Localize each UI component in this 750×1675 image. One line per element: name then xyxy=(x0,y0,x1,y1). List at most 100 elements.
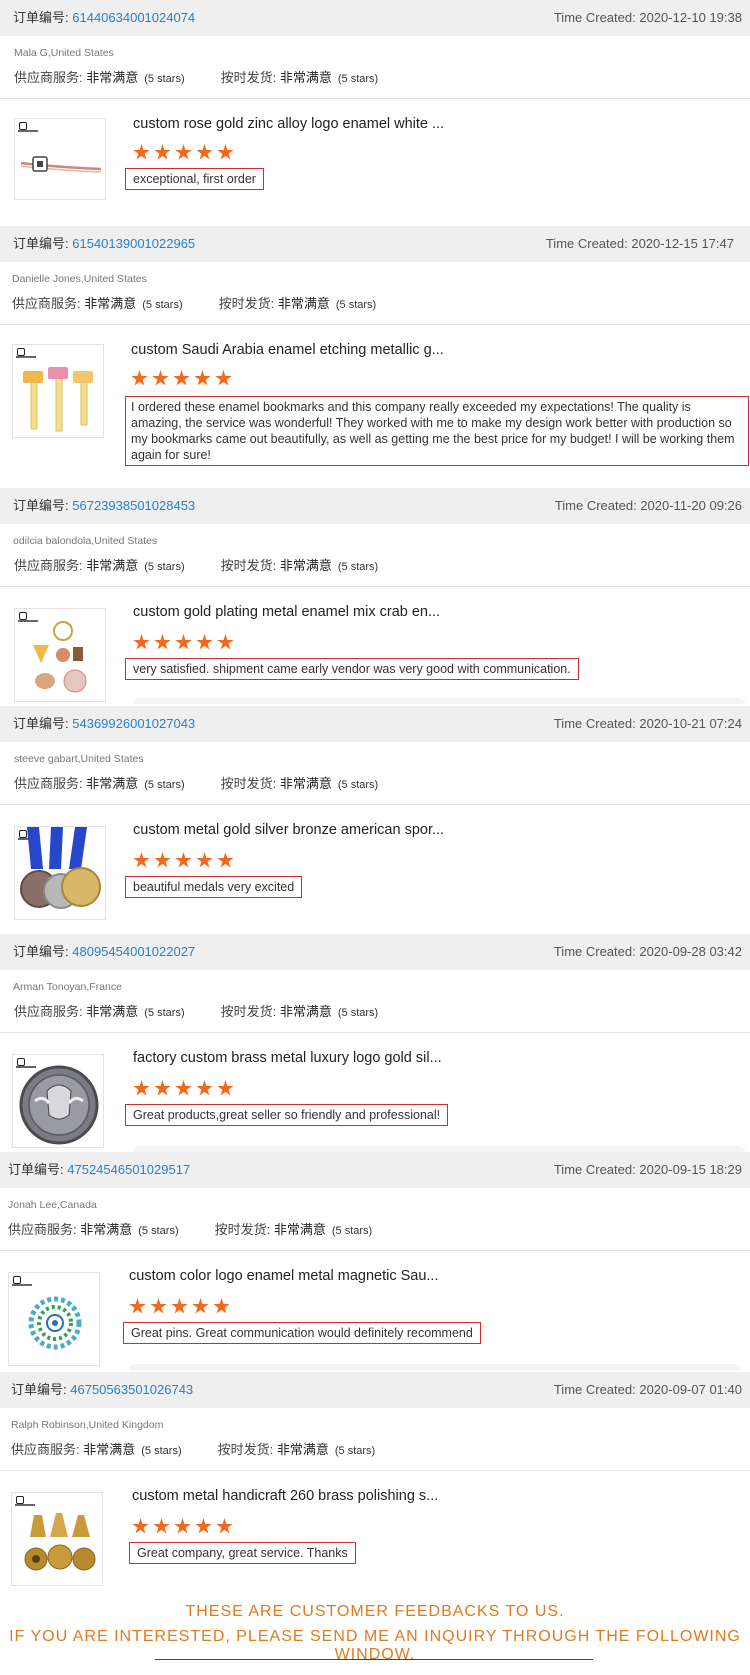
review-text: Great products,great seller so friendly … xyxy=(125,1104,449,1126)
order-id-link[interactable]: 46750563501026743 xyxy=(70,1382,193,1397)
star-icon xyxy=(192,1298,209,1314)
order-card: 订单编号: 61540139001022965 Time Created: 20… xyxy=(0,226,750,488)
product-thumbnail[interactable] xyxy=(14,118,106,200)
on-time-delivery-value: 非常满意 xyxy=(276,1442,329,1457)
product-title-link[interactable]: factory custom brass metal luxury logo g… xyxy=(133,1050,442,1066)
star-icon xyxy=(154,852,171,868)
star-icon xyxy=(196,852,213,868)
supplier-service-stars: (5 stars) xyxy=(144,73,185,85)
star-icon xyxy=(133,144,150,160)
star-icon xyxy=(194,370,211,386)
star-icon xyxy=(175,634,192,650)
ratings-row: 供应商服务: 非常满意 (5 stars) 按时发货: 非常满意 (5 stars) xyxy=(14,555,378,574)
product-title-link[interactable]: custom gold plating metal enamel mix cra… xyxy=(133,604,440,620)
buyer-name: Ralph Robinson,United Kingdom xyxy=(11,1419,164,1431)
star-icon xyxy=(175,144,192,160)
order-header: 订单编号: 48095454001022027 Time Created: 20… xyxy=(0,934,750,970)
time-created-label: Time Created: xyxy=(545,236,632,251)
order-number-label: 订单编号: xyxy=(13,944,69,959)
time-created-value: 2020-12-15 17:47 xyxy=(631,236,734,251)
order-number-label: 订单编号: xyxy=(13,716,69,731)
star-icon xyxy=(196,144,213,160)
feedback-page: 订单编号: 61440634001024074 Time Created: 20… xyxy=(0,0,750,1675)
product-thumbnail[interactable] xyxy=(14,608,106,702)
star-icon xyxy=(196,634,213,650)
order-id-link[interactable]: 61540139001022965 xyxy=(72,236,195,251)
order-number: 订单编号: 61440634001024074 xyxy=(13,0,195,36)
order-number: 订单编号: 56723938501028453 xyxy=(13,488,195,524)
supplier-service-value: 非常满意 xyxy=(83,1442,136,1457)
supplier-service-value: 非常满意 xyxy=(86,70,139,85)
product-title-link[interactable]: custom color logo enamel metal magnetic … xyxy=(129,1268,438,1284)
order-number: 订单编号: 54369926001027043 xyxy=(13,706,195,742)
product-title-link[interactable]: custom Saudi Arabia enamel etching metal… xyxy=(131,342,444,358)
supplier-service-stars: (5 stars) xyxy=(141,1445,182,1457)
on-time-delivery-stars: (5 stars) xyxy=(337,73,379,85)
product-thumbnail[interactable] xyxy=(12,344,104,438)
supplier-service-stars: (5 stars) xyxy=(138,1225,179,1237)
on-time-delivery-stars: (5 stars) xyxy=(337,561,379,573)
on-time-delivery-stars: (5 stars) xyxy=(337,779,379,791)
star-icon xyxy=(133,852,150,868)
order-header: 订单编号: 61440634001024074 Time Created: 20… xyxy=(0,0,750,36)
star-rating xyxy=(133,144,238,162)
order-id-link[interactable]: 47524546501029517 xyxy=(67,1162,190,1177)
order-number-label: 订单编号: xyxy=(13,10,69,25)
product-title-link[interactable]: custom rose gold zinc alloy logo enamel … xyxy=(133,116,444,132)
supplier-service-value: 非常满意 xyxy=(86,1004,139,1019)
time-created-value: 2020-11-20 09:26 xyxy=(640,498,742,513)
time-created: Time Created: 2020-12-10 19:38 xyxy=(554,0,742,36)
star-icon xyxy=(131,370,148,386)
on-time-delivery-value: 非常满意 xyxy=(277,296,330,311)
ratings-row: 供应商服务: 非常满意 (5 stars) 按时发货: 非常满意 (5 stars) xyxy=(14,1001,378,1020)
supplier-service-stars: (5 stars) xyxy=(144,561,185,573)
on-time-delivery-label: 按时发货: xyxy=(220,70,277,85)
product-title-link[interactable]: custom metal gold silver bronze american… xyxy=(133,822,444,838)
medals-icon xyxy=(20,827,101,909)
time-created-value: 2020-09-07 01:40 xyxy=(639,1382,742,1397)
order-id-link[interactable]: 61440634001024074 xyxy=(72,10,195,25)
supplier-service-label: 供应商服务: xyxy=(14,1004,83,1019)
supplier-service-stars: (5 stars) xyxy=(142,299,183,311)
bookmark-clip-icon xyxy=(20,156,102,173)
product-title-link[interactable]: custom metal handicraft 260 brass polish… xyxy=(132,1488,438,1504)
ratings-row: 供应商服务: 非常满意 (5 stars) 按时发货: 非常满意 (5 stars) xyxy=(8,1219,372,1238)
product-thumbnail[interactable] xyxy=(11,1492,103,1586)
on-time-delivery-value: 非常满意 xyxy=(279,776,332,791)
order-id-link[interactable]: 54369926001027043 xyxy=(72,716,195,731)
order-header: 订单编号: 56723938501028453 Time Created: 20… xyxy=(0,488,750,524)
enamel-bookmarks-icon xyxy=(23,367,93,432)
on-time-delivery-value: 非常满意 xyxy=(279,558,332,573)
on-time-delivery-value: 非常满意 xyxy=(279,1004,332,1019)
star-icon xyxy=(217,634,234,650)
on-time-delivery-stars: (5 stars) xyxy=(335,299,377,311)
order-id-link[interactable]: 56723938501028453 xyxy=(72,498,195,513)
product-thumbnail[interactable] xyxy=(12,1054,104,1148)
product-thumbnail[interactable] xyxy=(14,826,106,920)
buyer-name: steeve gabart,United States xyxy=(14,753,144,765)
star-icon xyxy=(173,370,190,386)
review-text: I ordered these enamel bookmarks and thi… xyxy=(125,396,749,466)
on-time-delivery-label: 按时发货: xyxy=(217,1442,274,1457)
time-created-label: Time Created: xyxy=(553,944,640,959)
supplier-service-stars: (5 stars) xyxy=(144,1007,185,1019)
star-icon xyxy=(215,370,232,386)
product-thumbnail[interactable] xyxy=(8,1272,100,1366)
divider xyxy=(0,324,750,325)
order-id-link[interactable]: 48095454001022027 xyxy=(72,944,195,959)
ratings-row: 供应商服务: 非常满意 (5 stars) 按时发货: 非常满意 (5 stars) xyxy=(11,1439,375,1458)
time-created-label: Time Created: xyxy=(553,716,640,731)
divider xyxy=(0,1250,750,1251)
divider xyxy=(0,98,750,99)
order-number-label: 订单编号: xyxy=(13,498,69,513)
divider xyxy=(0,804,750,805)
time-created: Time Created: 2020-10-21 07:24 xyxy=(554,706,742,742)
order-number: 订单编号: 47524546501029517 xyxy=(8,1152,190,1188)
supplier-service-label: 供应商服务: xyxy=(8,1222,77,1237)
order-header: 订单编号: 54369926001027043 Time Created: 20… xyxy=(0,706,750,742)
supplier-service-stars: (5 stars) xyxy=(144,779,185,791)
buyer-name: Jonah Lee,Canada xyxy=(8,1199,97,1211)
order-number: 订单编号: 48095454001022027 xyxy=(13,934,195,970)
star-rating xyxy=(133,1080,238,1098)
divider xyxy=(0,1032,750,1033)
